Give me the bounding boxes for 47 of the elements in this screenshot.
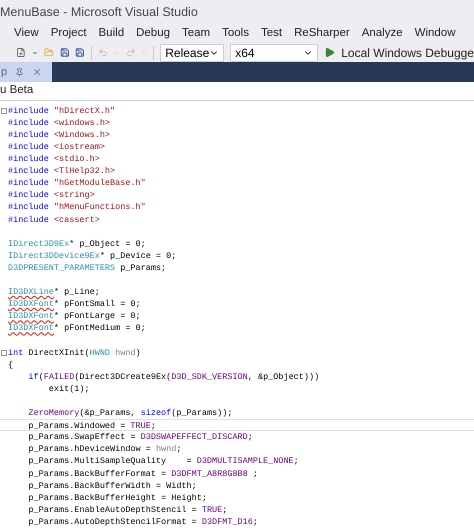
code-line: ID3DXFont* pFontMedium = 0; bbox=[8, 323, 146, 334]
code-line: #include <string> bbox=[8, 190, 95, 200]
code-line: #include <windows.h> bbox=[8, 118, 110, 128]
code-line: ID3DXLine* p_Line; bbox=[8, 287, 100, 298]
menu-item[interactable]: Debug bbox=[136, 25, 170, 43]
menu-item[interactable]: Build bbox=[98, 25, 124, 43]
code-line: if(FAILED(Direct3DCreate9Ex(D3D_SDK_VERSION, &p_Object))) bbox=[27, 372, 320, 382]
code-line: #include <iostream> bbox=[8, 142, 105, 152]
code-line: p_Params.hDeviceWindow = hwnd; bbox=[27, 444, 182, 454]
code-line: #include <stdio.h> bbox=[8, 154, 100, 164]
menu-item[interactable]: View bbox=[14, 25, 39, 43]
menu-item[interactable]: ReSharper bbox=[294, 25, 350, 43]
code-line: p_Params.AutoDepthStencilFormat = D3DFMT_D16; bbox=[27, 516, 258, 527]
code-line: p_Params.BackBufferWidth = Width; bbox=[27, 480, 197, 491]
configuration-dropdown[interactable]: Release bbox=[160, 44, 224, 62]
code-line: #include <TlHelp32.h> bbox=[8, 166, 116, 176]
code-line: #include "hMenuFunctions.h" bbox=[8, 202, 146, 212]
code-line: p_Params.BackBufferFormat = D3DFMT_A8R8G8B8 ; bbox=[27, 468, 258, 479]
code-line: exit(1); bbox=[48, 384, 90, 394]
code-line: int DirectXInit(HWND hwnd) bbox=[8, 348, 141, 358]
code-line: p_Params.SwapEffect = D3DSWAPEFFECT_DISCARD; bbox=[27, 432, 253, 442]
code-line: p_Params.BackBufferHeight = Height; bbox=[27, 492, 207, 503]
platform-dropdown[interactable]: x64 bbox=[230, 44, 318, 62]
code-line: IDirect3DDevice9Ex* p_Device = 0; bbox=[8, 250, 176, 261]
code-line: #include <Windows.h> bbox=[8, 130, 110, 140]
menu-item[interactable]: Window bbox=[414, 25, 456, 43]
code-line: p_Params.EnableAutoDepthStencil = TRUE; bbox=[27, 504, 228, 515]
window-title: MenuBase - Microsoft Visual Studio bbox=[0, 4, 198, 21]
code-line: p_Params.Windowed = TRUE; bbox=[27, 421, 156, 432]
menu-item[interactable]: Team bbox=[182, 25, 210, 43]
code-line: D3DPRESENT_PARAMETERS p_Params; bbox=[8, 262, 166, 273]
code-line: { bbox=[8, 360, 14, 370]
code-line: ID3DXFont* pFontSmall = 0; bbox=[8, 299, 141, 310]
menu-item[interactable]: Tools bbox=[222, 25, 249, 43]
code-line: ID3DXFont* pFontLarge = 0; bbox=[8, 311, 141, 322]
document-tab[interactable]: p bbox=[0, 62, 52, 82]
code-line: #include "hDirectX.h" bbox=[8, 106, 116, 116]
code-line: #include <cassert> bbox=[8, 214, 100, 225]
run-debugger-button[interactable]: Local Windows Debugge bbox=[324, 44, 474, 62]
menu-item[interactable]: Test bbox=[260, 25, 282, 43]
code-line: p_Params.MultiSampleQuality = D3DMULTISAMPLE_NONE; bbox=[27, 456, 299, 466]
menu-item[interactable]: Analyze bbox=[362, 25, 403, 43]
code-line: IDirect3D9Ex* p_Object = 0; bbox=[8, 238, 146, 249]
breadcrumb: u Beta bbox=[0, 83, 34, 98]
menu-item[interactable]: Project bbox=[50, 25, 87, 43]
code-line: ZeroMemory(&p_Params, sizeof(p_Params)); bbox=[27, 408, 232, 418]
code-line: #include "hGetModuleBase.h" bbox=[8, 178, 146, 188]
